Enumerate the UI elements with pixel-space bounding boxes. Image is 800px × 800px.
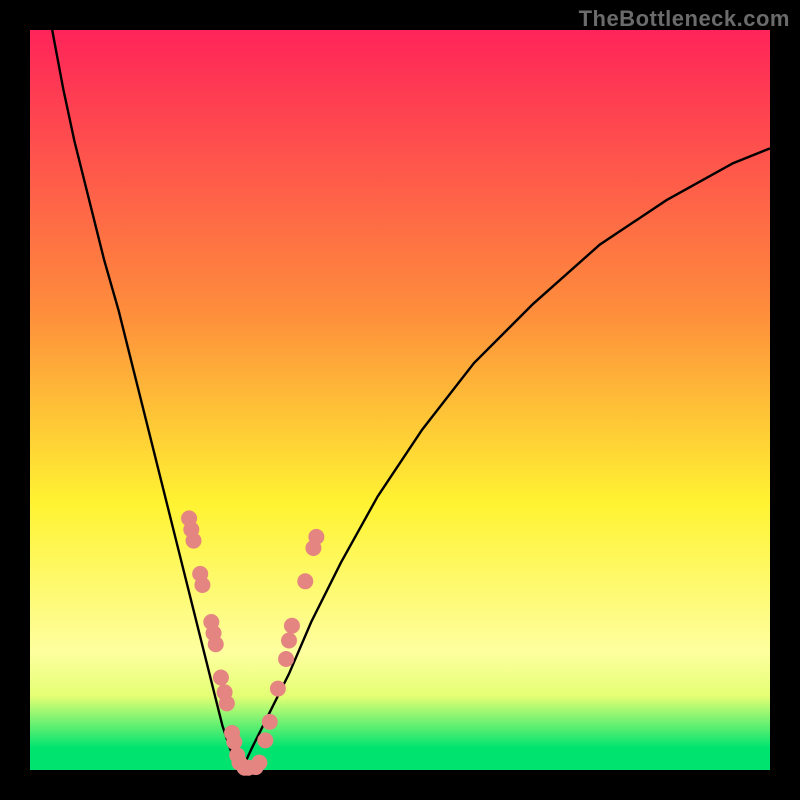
data-marker [257,732,273,748]
data-marker [308,529,324,545]
data-marker [297,573,313,589]
data-marker [186,533,202,549]
bottleneck-chart [0,0,800,800]
data-marker [278,651,294,667]
data-marker [270,681,286,697]
data-marker [208,636,224,652]
data-marker [213,670,229,686]
data-marker [262,714,278,730]
data-marker [251,755,267,771]
data-marker [284,618,300,634]
data-marker [281,633,297,649]
data-marker [219,695,235,711]
data-marker [226,734,242,750]
data-marker [194,577,210,593]
chart-container: TheBottleneck.com [0,0,800,800]
watermark-label: TheBottleneck.com [579,6,790,32]
